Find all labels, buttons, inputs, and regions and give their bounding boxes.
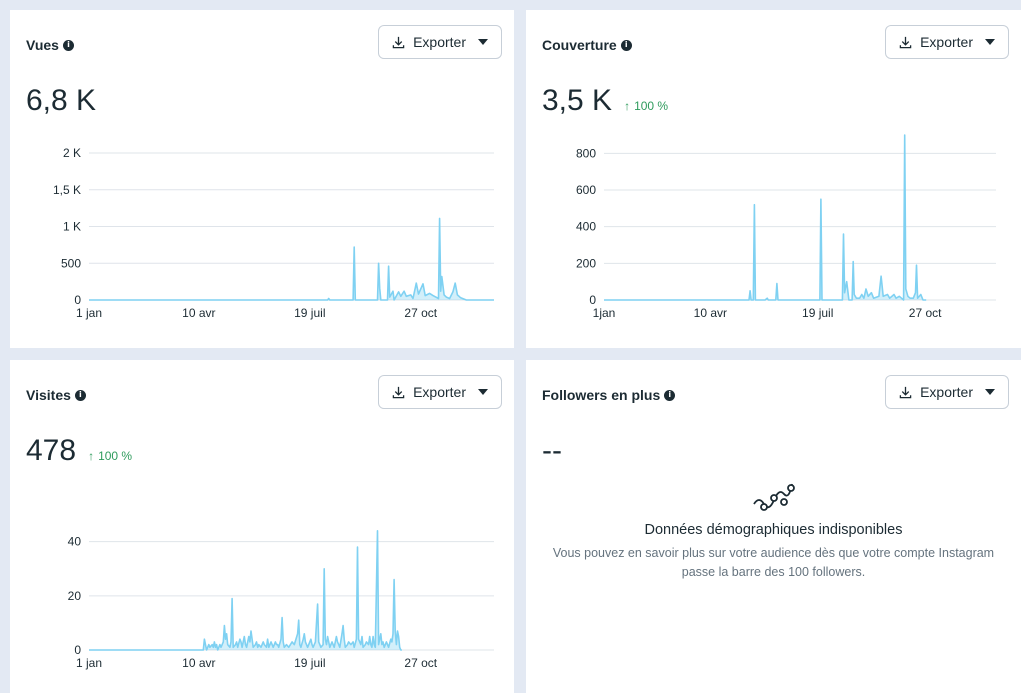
caret-down-icon (985, 389, 995, 395)
metric-value: -- (542, 434, 562, 467)
x-tick-label: 27 oct (909, 306, 942, 320)
y-tick-label: 40 (68, 535, 82, 549)
x-tick-label: 27 oct (404, 656, 437, 670)
info-icon[interactable]: i (664, 389, 676, 401)
y-tick-label: 1,5 K (53, 183, 81, 197)
y-tick-label: 0 (589, 293, 596, 307)
card-title: Followers en plus i (542, 387, 676, 403)
empty-state-text: Vous pouvez en savoir plus sur votre aud… (552, 546, 995, 579)
y-tick-label: 200 (576, 256, 596, 270)
series-area (89, 218, 494, 300)
export-label: Exporter (920, 384, 973, 400)
x-tick-label: 19 juil (294, 656, 325, 670)
card-visites: Visites i Exporter 478 ↑ 100 % 0 20 40 1 ja… (10, 360, 514, 693)
x-tick-label: 19 juil (294, 306, 325, 320)
x-tick-label: 1 jan (76, 656, 102, 670)
card-followers: Followers en plus i Exporter -- Données … (526, 360, 1021, 693)
chart-visites: 0 20 40 1 jan 10 avr 19 juil 27 oct (68, 530, 494, 670)
empty-state: Données démographiques indisponibles Vou… (526, 480, 1021, 582)
y-tick-label: 500 (61, 256, 81, 270)
y-tick-label: 400 (576, 220, 596, 234)
card-couverture: Couverture i Exporter 3,5 K ↑ 100 % 0 200… (526, 10, 1021, 348)
y-tick-label: 1 K (63, 220, 81, 234)
series-line (604, 134, 927, 301)
series-line (89, 217, 494, 301)
x-tick-label: 10 avr (182, 306, 215, 320)
metric-value-container: -- (542, 434, 562, 468)
series-area (89, 530, 402, 650)
y-tick-label: 0 (74, 643, 81, 657)
card-title-text: Followers en plus (542, 387, 661, 403)
card-vues: Vues i Exporter 6,8 K 0 500 1 K 1,5 K2 K1 j… (10, 10, 514, 348)
x-tick-label: 10 avr (182, 656, 215, 670)
empty-state-title: Données démographiques indisponibles (644, 522, 903, 538)
y-tick-label: 800 (576, 146, 596, 160)
y-tick-label: 20 (68, 589, 82, 603)
x-tick-label: 1jan (593, 306, 616, 320)
export-button[interactable]: Exporter (885, 375, 1009, 409)
x-tick-label: 19 juil (802, 306, 833, 320)
chart-couverture: 0 200 400 600 800 1jan 10 avr 19 juil 27 oct (576, 134, 996, 320)
x-tick-label: 1 jan (76, 306, 102, 320)
series-line (89, 530, 402, 651)
chart-vues: 0 500 1 K 1,5 K 2 K 1 jan 10 avr 19 juil 27 oct (53, 146, 494, 320)
download-icon (899, 386, 912, 398)
x-tick-label: 10 avr (694, 306, 727, 320)
series-area (604, 135, 927, 300)
y-tick-label: 0 (74, 293, 81, 307)
y-tick-label: 2 K (63, 146, 81, 160)
chart-line-icon (752, 483, 795, 511)
x-tick-label: 27 oct (404, 306, 437, 320)
y-tick-label: 600 (576, 183, 596, 197)
